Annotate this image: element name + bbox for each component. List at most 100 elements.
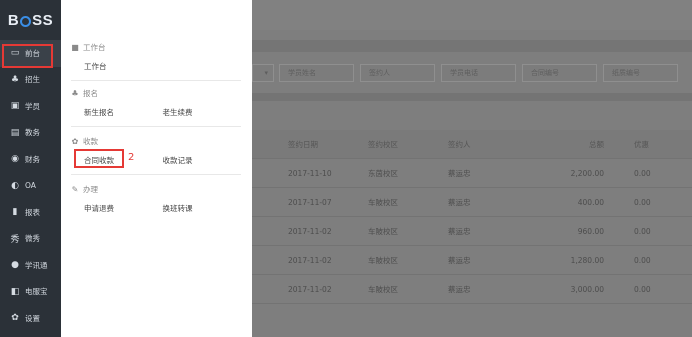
menu-links: 申请退费 换班转课 (71, 203, 241, 214)
section-title-text: 报名 (83, 89, 98, 98)
sidebar-item-label: OA (25, 181, 36, 191)
table-cell: 2017-11-10 (288, 168, 332, 178)
menu-link[interactable]: 申请退费 (84, 203, 163, 214)
annotation-number-2: 2 (128, 152, 135, 163)
sidebar-item-1[interactable]: ♣ 招生 (0, 67, 61, 94)
phone-icon: ◧ (10, 286, 20, 297)
filter-input[interactable]: 学员电话 (441, 64, 516, 82)
table-cell: 东茵校区 (368, 168, 398, 178)
menu-section-title: ■ 工作台 (71, 42, 241, 53)
sidebar-item-label: 报表 (25, 207, 40, 217)
table-cell: 0.00 (634, 197, 651, 207)
sidebar-item-6[interactable]: ▮ 报表 (0, 199, 61, 226)
table-cell: 蔡运忠 (448, 255, 471, 265)
annotation-box-1 (2, 44, 53, 68)
table-cell: 0.00 (634, 284, 651, 294)
table-cell: 2,200.00 (570, 168, 604, 178)
filter-input[interactable]: 签约人 (360, 64, 435, 82)
top-bar (252, 0, 692, 30)
menu-section-1: ♣ 报名新生报名 老生续费 (71, 88, 241, 118)
sidebar-item-label: 微秀 (25, 234, 40, 244)
section-title-text: 工作台 (83, 43, 106, 52)
table-row[interactable]: 2017-11-02 车陂校区 蔡运忠 3,000.00 0.00 (252, 275, 692, 304)
column-header: 签约人 (448, 139, 471, 149)
section-title-text: 办理 (83, 185, 98, 194)
table-cell: 蔡运忠 (448, 226, 471, 236)
table-cell: 蔡运忠 (448, 197, 471, 207)
toolbar-strip (252, 93, 692, 101)
menu-links: 工作台 (71, 61, 241, 72)
users-icon: ♣ (10, 74, 20, 85)
table-row[interactable]: 2017-11-02 车陂校区 蔡运忠 960.00 0.00 (252, 217, 692, 246)
table-cell: 400.00 (577, 197, 604, 207)
menu-section-title: ✿ 收款 (71, 136, 241, 147)
column-header: 优惠 (634, 139, 649, 149)
table-cell: 车陂校区 (368, 226, 398, 236)
filter-input[interactable]: 学员姓名 (279, 64, 354, 82)
menu-link[interactable]: 新生报名 (84, 107, 163, 118)
filter-placeholder: 纸质编号 (612, 69, 640, 77)
sidebar-item-5[interactable]: ◐ OA (0, 173, 61, 200)
table-cell: 1,280.00 (570, 255, 604, 265)
table-row[interactable]: 2017-11-10 东茵校区 蔡运忠 2,200.00 0.00 (252, 159, 692, 188)
menu-links: 新生报名 老生续费 (71, 107, 241, 118)
menu-divider (71, 126, 241, 127)
menu-link[interactable]: 收款记录 (163, 155, 242, 166)
sub-bar (252, 40, 692, 52)
sidebar-item-label: 学讯通 (25, 260, 48, 270)
sidebar-item-3[interactable]: ▤ 教务 (0, 120, 61, 147)
filter-placeholder: 签约人 (369, 69, 390, 77)
sidebar-item-9[interactable]: ◧ 电服宝 (0, 279, 61, 306)
table-cell: 蔡运忠 (448, 168, 471, 178)
table-row[interactable]: 2017-11-07 车陂校区 蔡运忠 400.00 0.00 (252, 188, 692, 217)
section-title-text: 收款 (83, 137, 98, 146)
menu-link[interactable]: 换班转课 (163, 203, 242, 214)
boss-logo[interactable]: B SS (0, 0, 61, 40)
table-cell: 2017-11-07 (288, 197, 332, 207)
bar-chart-icon: ▮ (12, 207, 18, 218)
book-icon: ▤ (10, 127, 20, 138)
student-card-icon: ▣ (10, 101, 20, 112)
sidebar-item-label: 电服宝 (25, 287, 48, 297)
sidebar-item-4[interactable]: ◉ 财务 (0, 146, 61, 173)
table-header-row: 签约日期 签约校区 签约人 总额 优惠 (252, 130, 692, 159)
chevron-down-icon: ▾ (264, 69, 268, 77)
gear-icon: ✿ (11, 313, 19, 324)
column-header: 签约校区 (368, 139, 398, 149)
table-cell: 0.00 (634, 168, 651, 178)
filter-select[interactable]: ▾ (252, 64, 274, 82)
menu-section-3: ✎ 办理 申请退费 换班转课 (71, 184, 241, 214)
main-content-overlay: ▾ 学员姓名 签约人 学员电话 合同编号 纸质编号 签约日期 签约校区 签约人 总额 优惠 201… (252, 0, 692, 337)
table-cell: 3,000.00 (570, 284, 604, 294)
table-cell: 车陂校区 (368, 255, 398, 265)
menu-link[interactable]: 老生续费 (163, 107, 242, 118)
sidebar-item-8[interactable]: ● 学讯通 (0, 252, 61, 279)
menu-link[interactable]: 工作台 (84, 61, 163, 72)
coin-icon: ◉ (11, 154, 19, 165)
filter-placeholder: 学员姓名 (288, 69, 316, 77)
user-group-icon: ♣ (71, 89, 79, 98)
sidebar-item-2[interactable]: ▣ 学员 (0, 93, 61, 120)
location-icon: ● (11, 260, 19, 271)
menu-divider (71, 174, 241, 175)
gear-small-icon: ✿ (71, 137, 79, 146)
annotation-box-2 (74, 149, 124, 168)
sidebar-item-label: 招生 (25, 75, 40, 85)
sidebar-item-7[interactable]: 秀微秀 (0, 226, 61, 253)
filter-input[interactable]: 合同编号 (522, 64, 597, 82)
table-cell: 0.00 (634, 255, 651, 265)
sidebar-item-label: 教务 (25, 128, 40, 138)
table-cell: 960.00 (577, 226, 604, 236)
filter-input[interactable]: 纸质编号 (603, 64, 678, 82)
table-cell: 0.00 (634, 226, 651, 236)
filter-placeholder: 学员电话 (450, 69, 478, 77)
column-header: 签约日期 (288, 139, 318, 149)
square-icon: ■ (71, 43, 79, 52)
sidebar-item-10[interactable]: ✿ 设置 (0, 305, 61, 332)
wechat-show-icon: 秀 (10, 235, 20, 246)
table-row[interactable]: 2017-11-02 车陂校区 蔡运忠 1,280.00 0.00 (252, 246, 692, 275)
logo-o-ring (20, 15, 32, 27)
table-cell: 2017-11-02 (288, 284, 332, 294)
contract-table: 签约日期 签约校区 签约人 总额 优惠 2017-11-10 东茵校区 蔡运忠 2,200.0… (252, 130, 692, 304)
front-desk-menu-panel: ■ 工作台 工作台 ♣ 报名 新生报名 老生续费 ✿ 收款 合同收款 收款记录 ✎ 办理 申请退费 换班转课 (61, 0, 252, 337)
